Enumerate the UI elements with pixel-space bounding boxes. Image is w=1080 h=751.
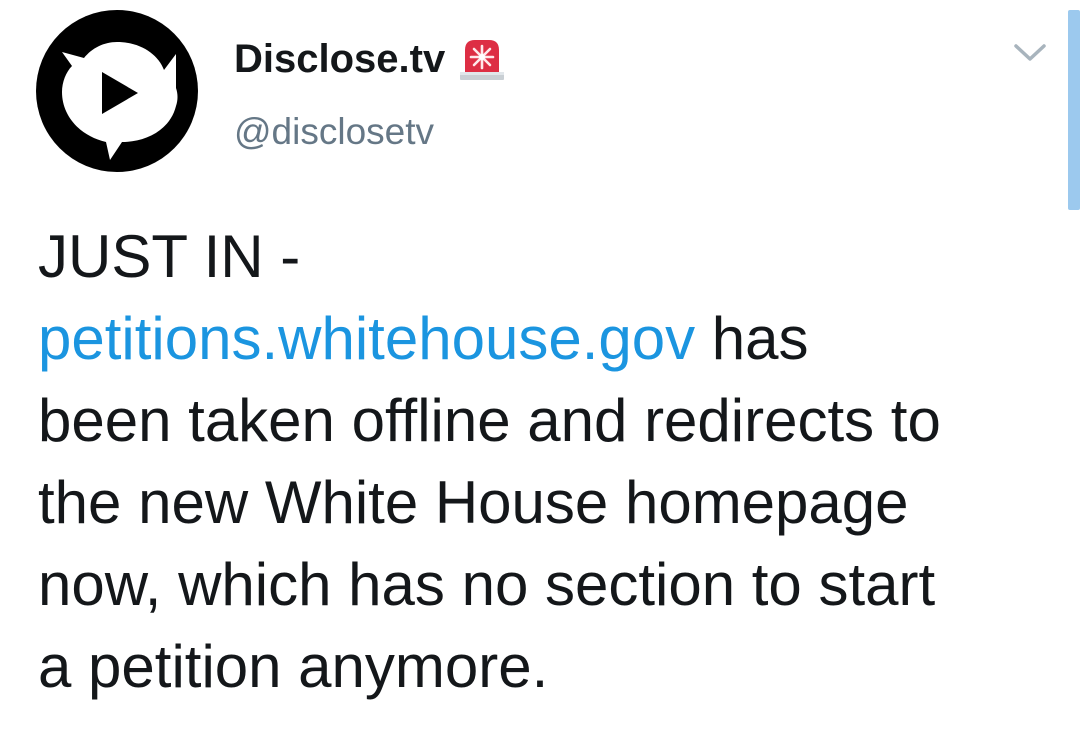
tweet-line-3: been taken offline and redirects to	[38, 387, 941, 454]
petition-link[interactable]: petitions.whitehouse.gov	[38, 305, 695, 372]
tweet-menu-button[interactable]	[1012, 38, 1048, 66]
tweet-text: JUST IN - petitions.whitehouse.gov has b…	[38, 216, 1048, 708]
tweet-line-6: a petition anymore.	[38, 633, 549, 700]
display-name-text[interactable]: Disclose.tv	[234, 37, 445, 81]
tweet-card: Disclose.tv @disclosetv JUST IN - petiti…	[0, 0, 1080, 751]
play-speech-bubble-icon	[62, 42, 178, 160]
chevron-down-icon	[1014, 44, 1046, 61]
handle[interactable]: @disclosetv	[234, 110, 434, 154]
tweet-line-2: petitions.whitehouse.gov has	[38, 298, 1048, 380]
avatar[interactable]	[36, 10, 198, 172]
tweet-line-5: now, which has no section to start	[38, 551, 936, 618]
scroll-indicator[interactable]	[1068, 10, 1080, 210]
tweet-line-4: the new White House homepage	[38, 469, 909, 536]
display-name[interactable]: Disclose.tv	[234, 36, 507, 82]
police-car-light-icon	[460, 40, 505, 80]
tweet-line-1: JUST IN -	[38, 223, 301, 290]
tweet-line-2-rest: has	[695, 305, 809, 372]
